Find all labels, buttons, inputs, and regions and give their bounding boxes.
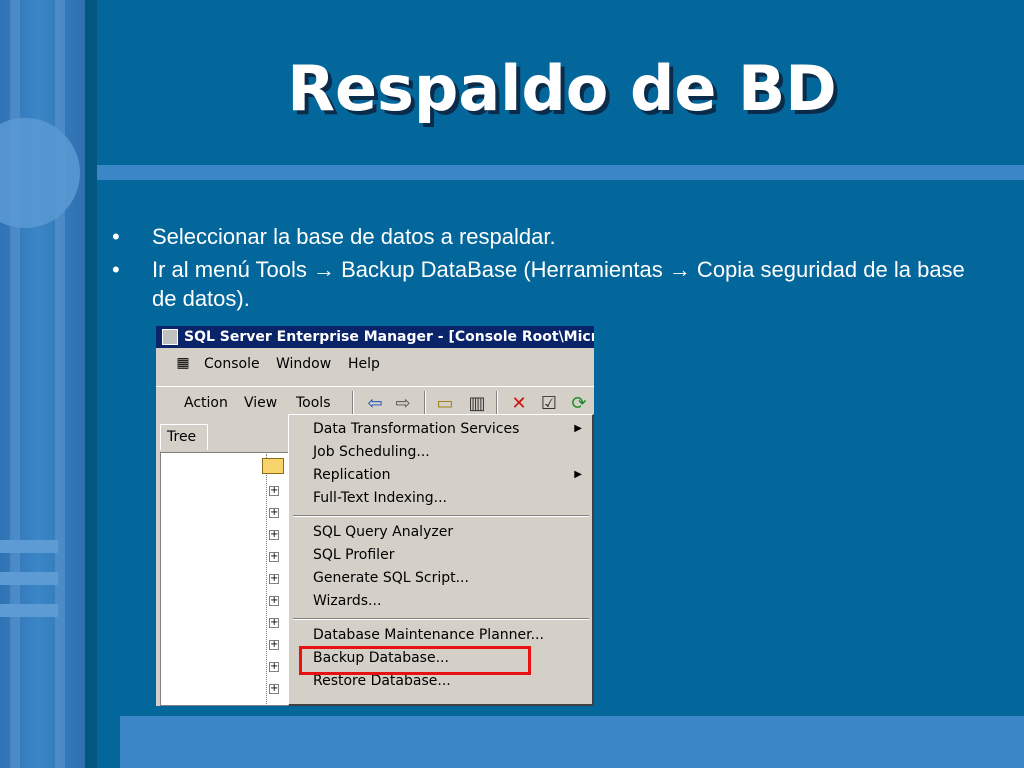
strip-bar — [0, 604, 58, 617]
strip-shadow — [85, 0, 97, 768]
slide-title: Respaldo de BD — [287, 52, 837, 125]
bottom-bar — [120, 716, 1024, 768]
menu-action[interactable]: Action — [184, 395, 228, 411]
menu-item-dts[interactable]: Data Transformation Services — [313, 421, 519, 437]
expand-icon[interactable]: + — [269, 574, 279, 584]
menu-separator — [293, 515, 589, 517]
menu-item-restore-database[interactable]: Restore Database... — [313, 673, 451, 689]
window-title: SQL Server Enterprise Manager - [Console… — [184, 329, 594, 345]
bullet-list: • Seleccionar la base de datos a respald… — [112, 222, 992, 317]
expand-icon[interactable]: + — [269, 508, 279, 518]
menu-item-wizards[interactable]: Wizards... — [313, 593, 381, 609]
expand-icon[interactable]: + — [269, 530, 279, 540]
menu-item-generate-sql-script[interactable]: Generate SQL Script... — [313, 570, 469, 586]
menu-view[interactable]: View — [244, 395, 277, 411]
window-titlebar[interactable]: SQL Server Enterprise Manager - [Console… — [156, 326, 594, 348]
menu-console[interactable]: Console — [204, 356, 260, 372]
menu-item-full-text-indexing[interactable]: Full-Text Indexing... — [313, 490, 447, 506]
enterprise-manager-window: SQL Server Enterprise Manager - [Console… — [156, 326, 594, 706]
strip-column — [10, 0, 20, 768]
expand-icon[interactable]: + — [269, 618, 279, 628]
menu-bar: ▦ Console Window Help — [156, 352, 594, 378]
expand-icon[interactable]: + — [269, 596, 279, 606]
left-decorative-strip — [0, 0, 85, 768]
menu-item-sql-profiler[interactable]: SQL Profiler — [313, 547, 394, 563]
toolbar-separator — [424, 391, 426, 415]
submenu-arrow-icon: ▶ — [574, 423, 582, 434]
up-folder-icon[interactable]: ▭ — [434, 393, 456, 415]
title-underline-bar — [97, 165, 1024, 180]
menu-help[interactable]: Help — [348, 356, 380, 372]
console-app-icon: ▦ — [176, 355, 190, 371]
strip-column — [55, 0, 65, 768]
back-arrow-icon[interactable]: ⇦ — [364, 393, 386, 415]
app-icon — [162, 329, 178, 345]
forward-arrow-icon[interactable]: ⇨ — [392, 393, 414, 415]
show-tree-icon[interactable]: ▥ — [466, 393, 488, 415]
menu-item-query-analyzer[interactable]: SQL Query Analyzer — [313, 524, 453, 540]
expand-icon[interactable]: + — [269, 684, 279, 694]
backup-highlight-box — [299, 646, 531, 675]
tree-connector — [266, 454, 267, 706]
properties-icon[interactable]: ☑ — [538, 393, 560, 415]
menu-tools[interactable]: Tools — [296, 395, 331, 411]
bullet-marker: • — [112, 224, 120, 249]
bullet-text: Seleccionar la base de datos a respaldar… — [152, 224, 556, 249]
decorative-circle — [0, 118, 80, 228]
expand-icon[interactable]: + — [269, 486, 279, 496]
bullet-item: • Ir al menú Tools → Backup DataBase (He… — [112, 255, 992, 313]
bullet-item: • Seleccionar la base de datos a respald… — [112, 222, 992, 251]
strip-bar — [0, 540, 58, 553]
delete-icon[interactable]: ✕ — [508, 393, 530, 415]
expand-icon[interactable]: + — [269, 552, 279, 562]
menu-window[interactable]: Window — [276, 356, 331, 372]
menu-item-replication[interactable]: Replication — [313, 467, 390, 483]
bullet-marker: • — [112, 257, 120, 282]
refresh-icon[interactable]: ⟳ — [568, 393, 590, 415]
menu-item-maintenance-planner[interactable]: Database Maintenance Planner... — [313, 627, 544, 643]
expand-icon[interactable]: + — [269, 640, 279, 650]
menu-item-job-scheduling[interactable]: Job Scheduling... — [313, 444, 430, 460]
toolbar-separator — [352, 391, 354, 415]
folder-icon — [262, 458, 284, 474]
expand-icon[interactable]: + — [269, 662, 279, 672]
toolbar-separator — [496, 391, 498, 415]
tab-tree[interactable]: Tree — [160, 424, 208, 450]
submenu-arrow-icon: ▶ — [574, 469, 582, 480]
menu-separator — [293, 618, 589, 620]
bullet-text: Ir al menú Tools → Backup DataBase (Herr… — [152, 257, 965, 311]
strip-bar — [0, 572, 58, 585]
